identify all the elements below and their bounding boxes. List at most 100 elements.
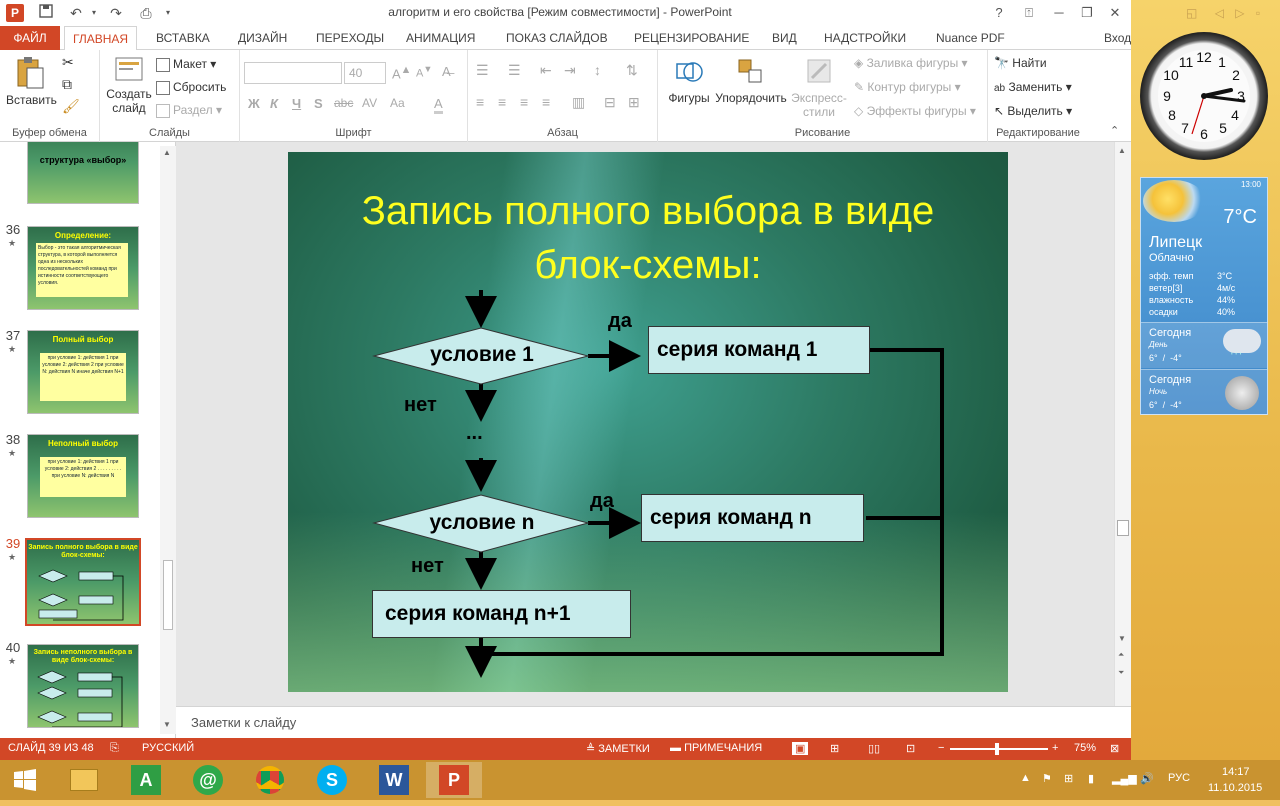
scroll-up-icon[interactable]: ▲	[163, 148, 171, 157]
customize-quick-access-icon[interactable]: ▾	[158, 3, 178, 23]
word-icon[interactable]: W	[366, 762, 422, 798]
gadget-back-icon[interactable]: ◱	[1186, 6, 1197, 20]
gadget-next-icon[interactable]: ▷	[1235, 6, 1244, 20]
language-indicator[interactable]: РУССКИЙ	[142, 742, 194, 754]
line-spacing-icon[interactable]: ↕	[594, 62, 601, 78]
help-button[interactable]: ?	[984, 2, 1014, 24]
clear-format-icon[interactable]: A̶	[442, 64, 451, 79]
app-a-icon[interactable]: A	[118, 762, 174, 798]
reading-view-icon[interactable]: ▯▯	[868, 742, 880, 755]
smartart-icon[interactable]: ⊞	[628, 94, 640, 111]
tab-slideshow[interactable]: ПОКАЗ СЛАЙДОВ	[498, 26, 616, 50]
fit-to-window-icon[interactable]: ⊠	[1110, 742, 1119, 755]
change-case-button[interactable]: Aa	[390, 96, 405, 110]
slide-sorter-icon[interactable]: ⊞	[830, 742, 839, 755]
slide-thumbnail[interactable]: структура «выбор»	[27, 142, 139, 204]
align-center-icon[interactable]: ≡	[498, 94, 506, 110]
sign-in-link[interactable]: Вход	[1096, 26, 1131, 50]
scrollbar-thumb[interactable]	[1117, 520, 1129, 536]
slide-thumbnail[interactable]: Неполный выбор при условие 1: действия 1…	[27, 434, 139, 518]
replace-button[interactable]: ab Заменить ▾	[994, 80, 1072, 94]
slide-thumbnail-selected[interactable]: Запись полного выбора в виде блок-схемы:	[25, 538, 141, 626]
gadget-prev-icon[interactable]: ◁	[1215, 6, 1224, 20]
undo-dropdown-icon[interactable]: ▾	[84, 3, 104, 23]
network-icon[interactable]: ▂▄▆	[1112, 772, 1137, 785]
slide-canvas[interactable]: Запись полного выбора в виде блок-схемы:	[288, 152, 1008, 692]
windows-update-icon[interactable]: ⊞	[1064, 772, 1073, 785]
layout-button[interactable]: Макет ▾	[156, 57, 216, 72]
scrollbar-thumb[interactable]	[163, 560, 173, 630]
strikethrough-button[interactable]: abc	[334, 96, 353, 110]
normal-view-icon[interactable]: ▣	[792, 742, 809, 755]
tab-view[interactable]: ВИД	[764, 26, 805, 50]
tab-design[interactable]: ДИЗАЙН	[230, 26, 295, 50]
notes-pane[interactable]: Заметки к слайду	[176, 706, 1131, 738]
taskbar-date[interactable]: 11.10.2015	[1208, 782, 1262, 794]
flag-icon[interactable]: ⚑	[1042, 772, 1052, 785]
zoom-in-icon[interactable]: +	[1052, 742, 1058, 754]
file-explorer-icon[interactable]	[56, 762, 112, 798]
shrink-font-icon[interactable]: A▼	[416, 64, 432, 80]
copy-icon[interactable]: ⧉	[62, 76, 72, 93]
zoom-slider[interactable]	[950, 743, 1048, 755]
tab-insert[interactable]: ВСТАВКА	[148, 26, 218, 50]
find-button[interactable]: 🔭 Найти	[994, 56, 1047, 70]
slide-thumbnail[interactable]: Полный выбор при условие 1: действия 1 п…	[27, 330, 139, 414]
align-left-icon[interactable]: ≡	[476, 94, 484, 110]
volume-icon[interactable]: 🔊	[1140, 772, 1154, 785]
weather-gadget[interactable]: 13:00 7°C Липецк Облачно эфф. темп 3°C в…	[1140, 177, 1268, 415]
battery-icon[interactable]: ▮	[1088, 772, 1094, 785]
collapse-ribbon-icon[interactable]: ⌃	[1110, 124, 1119, 137]
start-slideshow-icon[interactable]: ⎙	[136, 3, 156, 23]
grow-font-icon[interactable]: A▲	[392, 64, 411, 81]
zoom-slider-thumb[interactable]	[995, 743, 1000, 755]
align-right-icon[interactable]: ≡	[520, 94, 528, 110]
scroll-down-icon[interactable]: ▼	[163, 720, 171, 729]
format-painter-icon[interactable]: 🖌	[62, 98, 80, 115]
thumbnail-scrollbar[interactable]: ▲ ▼	[160, 146, 176, 734]
columns-icon[interactable]: ▥	[572, 94, 585, 111]
font-color-icon[interactable]: A	[434, 96, 443, 114]
minimize-button[interactable]: ─	[1044, 2, 1074, 24]
zoom-out-icon[interactable]: −	[938, 742, 944, 754]
undo-icon[interactable]: ↶	[66, 3, 86, 23]
tab-addins[interactable]: НАДСТРОЙКИ	[816, 26, 914, 50]
section-button[interactable]: Раздел ▾	[156, 103, 222, 118]
shape-outline-button[interactable]: ✎ Контур фигуры ▾	[854, 80, 961, 94]
slideshow-view-icon[interactable]: ⊡	[906, 742, 915, 755]
tab-nuance-pdf[interactable]: Nuance PDF	[928, 26, 1013, 50]
clock-gadget[interactable]: 12 1 2 345 678 9 10 11	[1140, 32, 1268, 160]
chrome-icon[interactable]	[242, 762, 298, 798]
quick-styles-button[interactable]: Экспресс-стили	[788, 56, 850, 119]
shadow-button[interactable]: S	[314, 96, 323, 111]
text-direction-icon[interactable]: ⇅	[626, 62, 638, 79]
paste-button[interactable]: Вставить	[6, 56, 57, 120]
align-text-icon[interactable]: ⊟	[604, 94, 616, 111]
justify-icon[interactable]: ≡	[542, 94, 550, 110]
shape-effects-button[interactable]: ◇ Эффекты фигуры ▾	[854, 104, 976, 118]
next-slide-icon[interactable]: ⏷	[1118, 668, 1124, 678]
redo-icon[interactable]: ↷	[106, 3, 126, 23]
save-icon[interactable]	[36, 3, 56, 23]
bold-button[interactable]: Ж	[248, 96, 260, 111]
numbering-icon[interactable]: ☰	[508, 62, 521, 79]
increase-indent-icon[interactable]: ⇥	[564, 62, 576, 79]
font-name-combo[interactable]	[244, 62, 342, 84]
cut-icon[interactable]: ✂	[62, 54, 74, 71]
spelling-icon[interactable]: ⎘	[110, 742, 119, 755]
new-slide-button[interactable]: Создать слайд	[104, 56, 154, 115]
close-button[interactable]: ✕	[1100, 2, 1130, 24]
skype-icon[interactable]: S	[304, 762, 360, 798]
restore-button[interactable]: ❐	[1072, 2, 1102, 24]
font-size-combo[interactable]: 40	[344, 62, 386, 84]
slide-scrollbar[interactable]: ▲ ▼ ⏶ ⏷	[1114, 142, 1131, 706]
comments-button[interactable]: ▬ ПРИМЕЧАНИЯ	[670, 742, 762, 754]
keyboard-language[interactable]: РУС	[1168, 772, 1190, 784]
arrange-button[interactable]: Упорядочить	[714, 56, 788, 105]
select-button[interactable]: ↖ Выделить ▾	[994, 104, 1072, 118]
italic-button[interactable]: К	[270, 96, 278, 111]
char-spacing-button[interactable]: AV	[362, 96, 377, 110]
tab-review[interactable]: РЕЦЕНЗИРОВАНИЕ	[626, 26, 757, 50]
powerpoint-taskbar-icon[interactable]: P	[426, 762, 482, 798]
reset-button[interactable]: Сбросить	[156, 80, 226, 95]
